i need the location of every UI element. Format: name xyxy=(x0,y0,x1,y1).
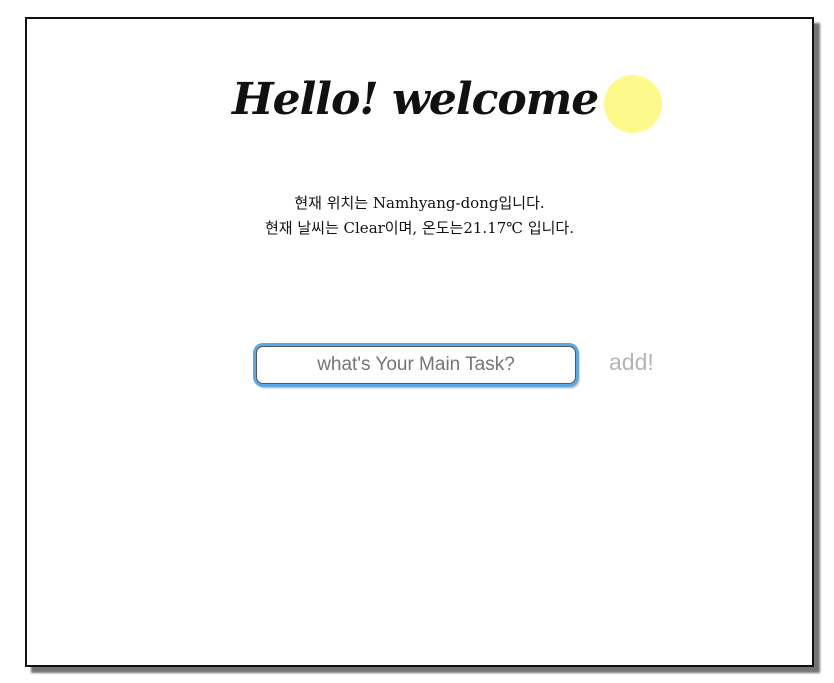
app-window: Hello! welcome 현재 위치는 Namhyang-dong입니다. … xyxy=(25,17,814,667)
main-task-input[interactable] xyxy=(253,343,579,387)
sun-icon xyxy=(604,75,662,133)
weather-text: 현재 날씨는 Clear이며, 온도는21.17℃ 입니다. xyxy=(265,219,574,237)
add-button[interactable]: add! xyxy=(605,349,658,376)
page-title: Hello! welcome xyxy=(232,74,599,125)
location-text: 현재 위치는 Namhyang-dong입니다. xyxy=(294,194,545,212)
weather-info: 현재 위치는 Namhyang-dong입니다. 현재 날씨는 Clear이며,… xyxy=(27,191,812,241)
